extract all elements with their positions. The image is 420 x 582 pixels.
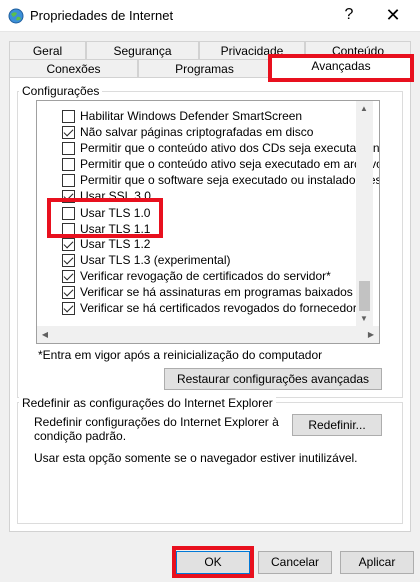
settings-group-label: Configurações [19,84,103,98]
reset-note: Usar esta opção somente se o navegador e… [34,451,358,465]
scroll-left-icon[interactable]: ◀ [37,327,53,343]
reset-group-label: Redefinir as configurações do Internet E… [19,396,276,410]
internet-options-icon [8,8,24,24]
checkbox[interactable] [62,158,75,171]
vertical-scroll-thumb[interactable] [359,281,370,311]
reset-description-line1: Redefinir configurações do Internet Expl… [34,415,279,429]
setting-certificados-fornecedor[interactable]: Verificar se há certificados revogados d… [37,300,377,316]
setting-tls-1-3[interactable]: Usar TLS 1.3 (experimental) [37,252,377,268]
restart-footnote: *Entra em vigor após a reinicialização d… [38,348,323,362]
checkbox[interactable] [62,270,75,283]
reset-button[interactable]: Redefinir... [292,414,382,436]
setting-conteudo-ativo-arquivos[interactable]: Permitir que o conteúdo ativo seja execu… [37,156,379,172]
checkbox[interactable] [62,174,75,187]
tab-seguranca[interactable]: Segurança [86,41,199,61]
tab-programas[interactable]: Programas [138,59,271,79]
setting-assinaturas-programas[interactable]: Verificar se há assinaturas em programas… [37,284,377,300]
scroll-right-icon[interactable]: ▶ [363,327,379,343]
highlight-box-advanced-tab [268,54,414,82]
checkbox[interactable] [62,110,75,123]
reset-description-line2: condição padrão. [34,429,127,443]
checkbox[interactable] [62,126,75,139]
setting-software-instalado[interactable]: Permitir que o software seja executado o… [37,172,379,188]
checkbox[interactable] [62,286,75,299]
checkbox[interactable] [62,302,75,315]
checkbox[interactable] [62,238,75,251]
help-icon[interactable]: ? [341,6,357,24]
tab-conexoes[interactable]: Conexões [9,59,138,79]
scroll-down-icon[interactable]: ▼ [356,311,372,327]
cancel-button[interactable]: Cancelar [258,551,332,574]
tab-geral[interactable]: Geral [9,41,86,61]
window-title: Propriedades de Internet [30,8,174,23]
setting-smartscreen[interactable]: Habilitar Windows Defender SmartScreen [37,108,377,124]
setting-tls-1-2[interactable]: Usar TLS 1.2 [37,236,377,252]
setting-revogacao-servidor[interactable]: Verificar revogação de certificados do s… [37,268,377,284]
setting-nao-salvar-paginas[interactable]: Não salvar páginas criptografadas em dis… [37,124,377,140]
highlight-box-tls [47,198,163,238]
close-icon[interactable]: ✕ [383,5,403,25]
highlight-box-ok [172,546,254,578]
setting-conteudo-ativo-cds[interactable]: Permitir que o conteúdo ativo dos CDs se… [37,140,379,156]
horizontal-scrollbar[interactable]: ◀ ▶ [37,326,379,343]
checkbox[interactable] [62,254,75,267]
scroll-up-icon[interactable]: ▲ [356,101,372,117]
restore-advanced-button[interactable]: Restaurar configurações avançadas [164,368,382,390]
apply-button[interactable]: Aplicar [340,551,414,574]
checkbox[interactable] [62,142,75,155]
